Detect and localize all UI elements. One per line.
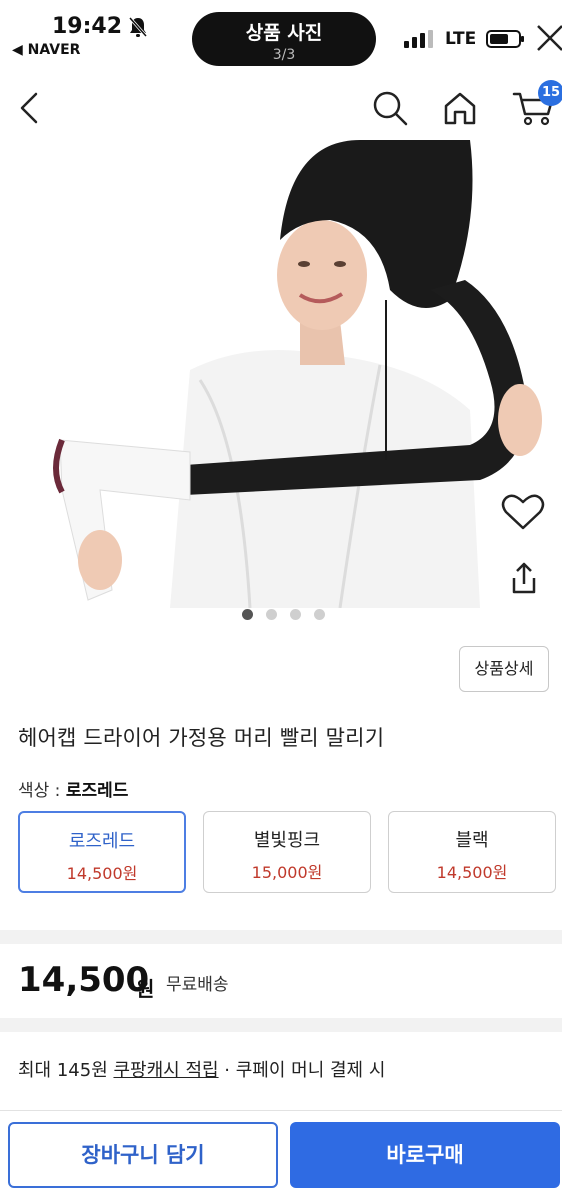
option-name: 별빛핑크 bbox=[253, 830, 321, 851]
add-to-cart-button[interactable]: 장바구니 담기 bbox=[8, 1122, 278, 1188]
selected-color: 로즈레드 bbox=[65, 781, 129, 801]
section-divider bbox=[0, 930, 562, 944]
back-arrow-icon[interactable] bbox=[14, 88, 44, 128]
network-label: LTE bbox=[445, 29, 477, 49]
search-icon[interactable] bbox=[370, 88, 410, 128]
page-dot[interactable] bbox=[290, 609, 301, 620]
coupang-cash-link[interactable]: 쿠팡캐시 적립 bbox=[113, 1060, 218, 1081]
section-divider bbox=[0, 1018, 562, 1032]
page-dot[interactable] bbox=[314, 609, 325, 620]
back-to-app-link[interactable]: ◀ NAVER bbox=[12, 42, 80, 58]
share-icon[interactable] bbox=[502, 556, 546, 600]
close-icon[interactable] bbox=[534, 20, 562, 54]
shipping-info: 무료배송 bbox=[166, 975, 229, 995]
option-price: 15,000원 bbox=[251, 863, 323, 882]
color-label: 색상 : bbox=[18, 781, 66, 801]
option-starpink[interactable]: 별빛핑크 15,000원 bbox=[203, 811, 371, 893]
color-selection-label: 색상 : 로즈레드 bbox=[18, 776, 128, 801]
island-counter: 3/3 bbox=[272, 47, 296, 63]
photo-viewer-indicator: 상품 사진 3/3 bbox=[192, 12, 376, 66]
home-icon[interactable] bbox=[440, 88, 480, 128]
buy-now-button[interactable]: 바로구매 bbox=[290, 1122, 560, 1188]
option-name: 로즈레드 bbox=[68, 831, 136, 852]
status-bar: 19:42 ◀ NAVER 상품 사진 3/3 LTE bbox=[0, 0, 562, 70]
signal-icon bbox=[404, 30, 436, 48]
price-amount: 14,500 bbox=[18, 960, 150, 1000]
product-title: 헤어캡 드라이어 가정용 머리 빨리 말리기 bbox=[18, 726, 385, 750]
gallery-pagination bbox=[240, 609, 330, 621]
battery-icon bbox=[486, 30, 524, 48]
cash-suffix: · 쿠페이 머니 결제 시 bbox=[218, 1060, 386, 1081]
island-title: 상품 사진 bbox=[245, 22, 323, 44]
cash-prefix: 최대 145원 bbox=[18, 1060, 114, 1081]
cart-count-badge: 15 bbox=[538, 80, 562, 106]
clock: 19:42 bbox=[52, 14, 123, 39]
option-price: 14,500원 bbox=[66, 864, 138, 883]
cash-reward-info: 최대 145원 쿠팡캐시 적립 · 쿠페이 머니 결제 시 bbox=[18, 1056, 385, 1082]
heart-icon[interactable] bbox=[498, 490, 548, 534]
option-name: 블랙 bbox=[455, 830, 489, 851]
product-image[interactable] bbox=[0, 140, 562, 608]
page-dot[interactable] bbox=[242, 609, 253, 620]
bell-muted-icon bbox=[128, 17, 148, 37]
option-price: 14,500원 bbox=[436, 863, 508, 882]
product-detail-button[interactable]: 상품상세 bbox=[459, 646, 549, 692]
option-rosered[interactable]: 로즈레드 14,500원 bbox=[18, 811, 186, 893]
page-dot[interactable] bbox=[266, 609, 277, 620]
price-unit: 원 bbox=[136, 977, 155, 1001]
option-black[interactable]: 블랙 14,500원 bbox=[388, 811, 556, 893]
